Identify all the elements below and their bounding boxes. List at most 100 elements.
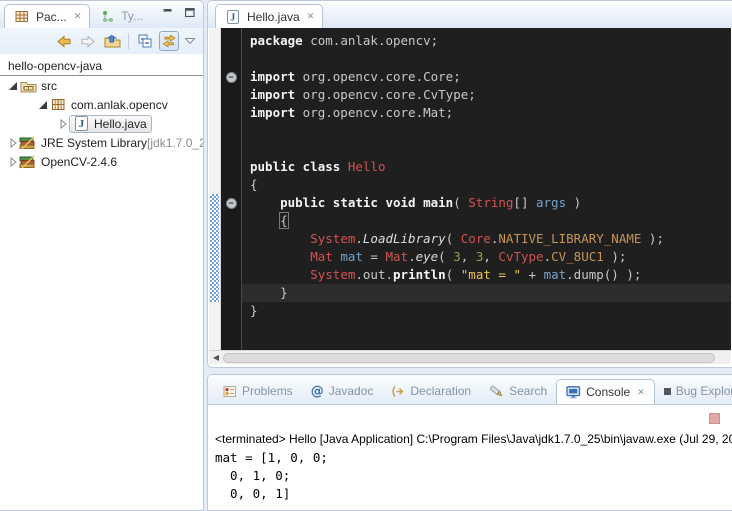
code-line-13[interactable]: Mat mat = Mat.eye( 3, 3, CvType.CV_8UC1 … — [242, 248, 731, 266]
problems-icon — [223, 385, 237, 398]
bottom-tab-console[interactable]: Console ✕ — [556, 379, 655, 405]
close-icon[interactable]: ✕ — [305, 11, 315, 22]
bottom-tab-javadoc[interactable]: @ Javadoc — [302, 378, 383, 404]
diff-change-indicator — [210, 194, 219, 302]
search-icon — [489, 384, 504, 398]
code-line-16[interactable]: } — [242, 302, 731, 320]
close-icon[interactable]: ✕ — [72, 11, 82, 22]
package-explorer-toolbar — [0, 28, 203, 54]
code-line-1[interactable]: package com.anlak.opencv; — [242, 32, 731, 50]
minimize-icon[interactable] — [163, 8, 173, 17]
editor-tab-label: Hello.java — [247, 10, 300, 24]
console-output-line: 0, 0, 1] — [215, 485, 732, 503]
collapse-arrow-icon[interactable] — [37, 100, 49, 110]
folding-gutter[interactable]: −− — [221, 28, 242, 350]
expand-arrow-icon[interactable] — [7, 138, 19, 148]
editor-horizontal-scrollbar[interactable]: ◀ — [209, 350, 731, 364]
tree-item-label: JRE System Library — [37, 136, 147, 150]
java-file-icon: J — [72, 116, 90, 131]
console-output-line: mat = [1, 0, 0; — [215, 449, 732, 467]
editor-tabstrip: J Hello.java ✕ — [208, 1, 732, 28]
toolbar-separator — [128, 33, 129, 49]
library-icon — [19, 136, 37, 150]
maximize-icon[interactable] — [185, 8, 195, 17]
back-icon[interactable] — [54, 31, 74, 51]
code-line-11[interactable]: { — [242, 212, 731, 230]
console-output-line: 0, 1, 0; — [215, 467, 732, 485]
tree-item-opencv-2-4-6[interactable]: OpenCV-2.4.6 — [0, 152, 203, 171]
square-icon — [664, 384, 671, 398]
bottom-tab-label: Console — [586, 385, 630, 399]
code-line-7[interactable] — [242, 140, 731, 158]
svg-text:J: J — [78, 118, 84, 130]
forward-icon[interactable] — [78, 31, 98, 51]
bottom-tab-label: Problems — [242, 384, 293, 398]
code-line-6[interactable] — [242, 122, 731, 140]
package-icon — [49, 98, 67, 111]
package-explorer-header: Pac... ✕ Ty... — [0, 1, 203, 54]
scrollbar-thumb[interactable] — [223, 353, 715, 363]
library-icon — [19, 155, 37, 169]
bottom-tab-label: Bug Explorer — [676, 384, 732, 398]
code-line-8[interactable]: public class Hello — [242, 158, 731, 176]
package-explorer-tree: hello-opencv-javasrc com.anlak.opencv J Hel… — [0, 54, 203, 171]
code-area[interactable]: package com.anlak.opencv; import org.open… — [242, 28, 731, 350]
code-line-12[interactable]: System.LoadLibrary( Core.NATIVE_LIBRARY_… — [242, 230, 731, 248]
editor-view: J Hello.java ✕ −− package com.anlak.open… — [207, 0, 732, 368]
code-line-3[interactable]: import org.opencv.core.Core; — [242, 68, 731, 86]
bottom-tab-search[interactable]: Search — [480, 378, 556, 404]
expand-arrow-icon[interactable] — [7, 157, 19, 167]
selected-tree-item: J Hello.java — [69, 115, 152, 133]
tree-item-hello-opencv-java[interactable]: hello-opencv-java — [0, 57, 203, 76]
code-line-14[interactable]: System.out.println( "mat = " + mat.dump(… — [242, 266, 731, 284]
editor-tab-hello-java[interactable]: J Hello.java ✕ — [215, 4, 323, 28]
package-explorer-tabstrip: Pac... ✕ Ty... — [0, 1, 203, 28]
expand-arrow-icon[interactable] — [57, 119, 69, 129]
bottom-tab-bug-explorer[interactable]: Bug Explorer — [655, 378, 732, 404]
code-line-10[interactable]: public static void main( String[] args ) — [242, 194, 731, 212]
package-folder-icon — [19, 79, 37, 93]
code-line-5[interactable]: import org.opencv.core.Mat; — [242, 104, 731, 122]
type-hierarchy-icon — [98, 10, 116, 23]
tree-item-hello-java[interactable]: J Hello.java — [0, 114, 203, 133]
bottom-tab-label: Javadoc — [329, 384, 374, 398]
bottom-tab-problems[interactable]: Problems — [214, 378, 302, 404]
tree-item-com-anlak-opencv[interactable]: com.anlak.opencv — [0, 95, 203, 114]
tree-item-label: com.anlak.opencv — [67, 98, 168, 112]
code-line-15[interactable]: } — [242, 284, 731, 302]
code-line-2[interactable] — [242, 50, 731, 68]
terminate-icon[interactable] — [709, 413, 720, 424]
bottom-tab-declaration[interactable]: Declaration — [382, 378, 480, 404]
fold-collapse-icon[interactable]: − — [226, 198, 237, 209]
console-icon — [566, 386, 581, 399]
link-with-editor-icon[interactable] — [159, 31, 179, 51]
tab-label: Ty... — [121, 9, 143, 23]
fold-collapse-icon[interactable]: − — [226, 72, 237, 83]
tree-item-label: Hello.java — [90, 117, 147, 131]
code-line-9[interactable]: { — [242, 176, 731, 194]
console-process-title: <terminated> Hello [Java Application] C:… — [208, 405, 732, 449]
up-folder-icon[interactable] — [102, 31, 122, 51]
tab-type-hierarchy[interactable]: Ty... — [90, 4, 151, 28]
bottom-tab-label: Declaration — [410, 384, 471, 398]
code-editor[interactable]: −− package com.anlak.opencv;import org.o… — [209, 28, 731, 350]
annotation-ruler[interactable] — [209, 28, 221, 350]
collapse-all-icon[interactable] — [135, 31, 155, 51]
view-menu-icon[interactable] — [183, 31, 197, 51]
package-explorer-icon — [13, 10, 31, 23]
close-icon[interactable]: ✕ — [635, 387, 645, 398]
svg-text:J: J — [230, 12, 235, 23]
declaration-icon — [391, 385, 405, 398]
tab-package-explorer[interactable]: Pac... ✕ — [4, 4, 90, 28]
javadoc-icon: @ — [311, 384, 324, 399]
tree-item-src[interactable]: src — [0, 76, 203, 95]
collapse-arrow-icon[interactable] — [7, 81, 19, 91]
tree-item-jre-system-library[interactable]: JRE System Library [jdk1.7.0_25] — [0, 133, 203, 152]
console-output[interactable]: mat = [1, 0, 0; 0, 1, 0; 0, 0, 1] — [208, 449, 732, 503]
code-line-4[interactable]: import org.opencv.core.CvType; — [242, 86, 731, 104]
scroll-left-icon[interactable]: ◀ — [209, 353, 223, 362]
package-explorer-view: Pac... ✕ Ty... — [0, 0, 204, 511]
bottom-panel-view: Problems@JavadocDeclarationSearchConsole… — [207, 374, 732, 511]
tab-label: Pac... — [36, 10, 67, 24]
bottom-panel-tabstrip: Problems@JavadocDeclarationSearchConsole… — [208, 375, 732, 405]
